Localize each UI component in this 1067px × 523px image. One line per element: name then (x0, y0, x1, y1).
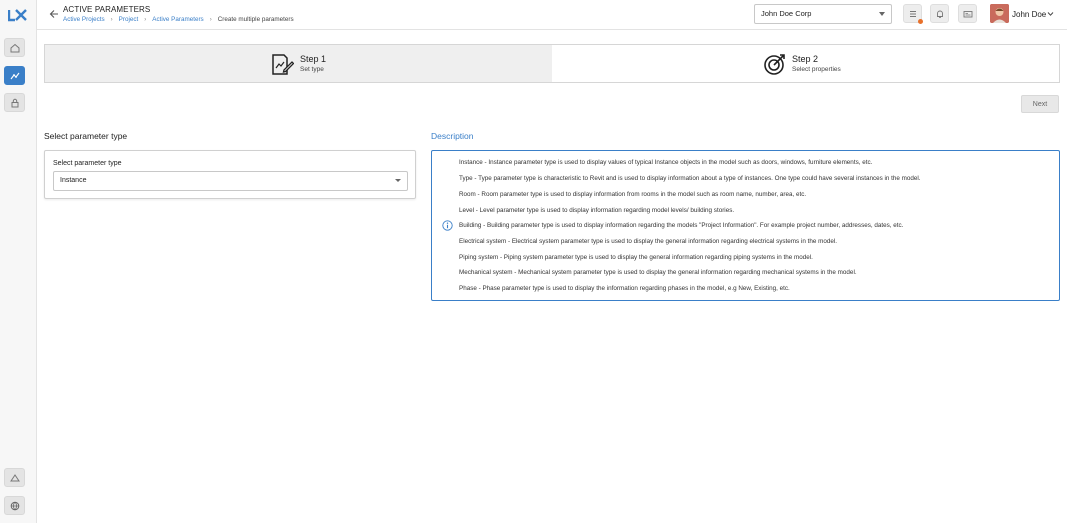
description-line-room: Room - Room parameter type is used to di… (459, 191, 807, 198)
user-name[interactable]: John Doe (1012, 10, 1046, 19)
step-set-type[interactable]: Step 1 Set type (45, 45, 552, 82)
description-line-phase: Phase - Phase parameter type is used to … (459, 285, 790, 292)
description-card: Instance - Instance parameter type is us… (431, 150, 1060, 301)
lock-icon (11, 98, 18, 107)
chevron-down-icon (879, 12, 885, 16)
target-icon (764, 54, 785, 75)
app-logo[interactable] (8, 8, 28, 22)
stepper: Step 1 Set type Step 2 Select properties (44, 44, 1060, 83)
back-arrow-icon[interactable] (48, 8, 60, 20)
list-button[interactable] (903, 4, 923, 24)
bell-icon (936, 10, 943, 18)
page-title: ACTIVE PARAMETERS (63, 5, 151, 14)
card-icon (963, 10, 972, 17)
section-title: Select parameter type (44, 131, 128, 141)
step-1-subtitle: Set type (300, 66, 324, 73)
info-icon (442, 220, 453, 231)
chevron-right-icon: › (110, 16, 113, 23)
upload-icon (9, 473, 20, 481)
description-line-type: Type - Type parameter type is characteri… (459, 175, 921, 182)
description-title: Description (431, 131, 474, 141)
breadcrumb-active-parameters[interactable]: Active Parameters (152, 16, 203, 23)
home-icon (10, 43, 19, 52)
parameter-type-select[interactable]: Instance (53, 171, 408, 191)
sidebar-home-button[interactable] (4, 38, 25, 57)
description-line-electrical-system: Electrical system - Electrical system pa… (459, 238, 837, 245)
sidebar-parameters-button[interactable] (4, 66, 25, 85)
parameter-type-label: Select parameter type (53, 160, 122, 167)
parameter-type-card: Select parameter type Instance (44, 150, 416, 199)
chevron-down-icon (395, 179, 401, 182)
parameters-icon (10, 72, 19, 79)
parameter-type-value: Instance (60, 177, 87, 184)
sidebar-lock-button[interactable] (4, 93, 25, 112)
description-line-instance: Instance - Instance parameter type is us… (459, 159, 873, 166)
breadcrumb-active-projects[interactable]: Active Projects (63, 16, 105, 23)
list-icon (909, 10, 916, 17)
description-line-piping-system: Piping system - Piping system parameter … (459, 254, 813, 261)
chevron-down-icon[interactable] (1047, 11, 1054, 17)
description-line-level: Level - Level parameter type is used to … (459, 207, 735, 214)
avatar-image (990, 4, 1009, 23)
globe-icon (10, 501, 19, 510)
organization-select[interactable]: John Doe Corp (754, 4, 892, 24)
notification-dot (918, 19, 923, 24)
step-1-title: Step 1 (300, 54, 327, 64)
description-line-building: Building - Building parameter type is us… (459, 222, 904, 229)
user-avatar[interactable] (990, 4, 1009, 23)
sidebar (0, 0, 37, 523)
sidebar-globe-button[interactable] (4, 496, 25, 515)
breadcrumb-current: Create multiple parameters (217, 16, 294, 23)
card-button[interactable] (958, 4, 977, 23)
top-header: ACTIVE PARAMETERS Active Projects › Proj… (37, 0, 1067, 30)
step-2-title: Step 2 (792, 54, 819, 64)
edit-document-icon (272, 54, 294, 75)
notifications-button[interactable] (930, 4, 949, 23)
chevron-right-icon: › (209, 16, 212, 23)
description-line-mechanical-system: Mechanical system - Mechanical system pa… (459, 269, 857, 276)
step-select-properties[interactable]: Step 2 Select properties (552, 45, 1059, 82)
breadcrumb-project[interactable]: Project (119, 16, 139, 23)
step-2-subtitle: Select properties (792, 66, 841, 73)
next-button[interactable]: Next (1021, 95, 1059, 113)
sidebar-upload-button[interactable] (4, 468, 25, 487)
organization-select-value: John Doe Corp (761, 9, 812, 18)
breadcrumb: Active Projects › Project › Active Param… (63, 16, 294, 23)
chevron-right-icon: › (144, 16, 147, 23)
